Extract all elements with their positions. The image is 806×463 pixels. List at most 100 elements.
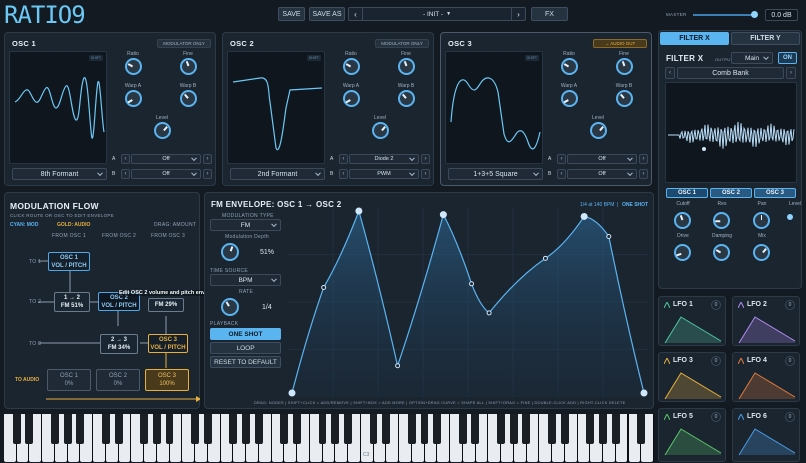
reset-default-button[interactable]: RESET TO DEFAULT <box>210 356 281 368</box>
osc3-warpA-prev[interactable]: ‹ <box>557 154 566 164</box>
lfo-1-amount[interactable]: 0 <box>711 300 721 310</box>
black-key[interactable] <box>586 414 595 444</box>
lfo-3-panel[interactable]: LFO 3 0 <box>658 352 726 402</box>
osc1-knob-ratio[interactable] <box>125 58 142 75</box>
osc3-knob-ratio[interactable] <box>561 58 578 75</box>
black-key[interactable] <box>254 414 263 444</box>
timesrc-select[interactable]: BPM <box>210 274 281 286</box>
black-key[interactable] <box>140 414 148 444</box>
loop-button[interactable]: LOOP <box>210 342 281 354</box>
black-key[interactable] <box>191 414 199 444</box>
black-key[interactable] <box>318 414 327 444</box>
black-key[interactable] <box>101 414 110 444</box>
preset-selector[interactable]: ‹ - INIT - ▼ › <box>348 7 526 21</box>
black-key[interactable] <box>611 414 620 444</box>
black-key[interactable] <box>407 414 416 444</box>
rate-knob[interactable] <box>221 298 239 316</box>
osc1-warpA-prev[interactable]: ‹ <box>121 154 130 164</box>
audio-out-osc1[interactable]: OSC 1 0% <box>47 369 91 391</box>
black-key[interactable] <box>50 414 59 444</box>
osc1-knob-level[interactable] <box>154 122 171 139</box>
save-as-button[interactable]: SAVE AS <box>309 7 345 21</box>
osc3-knob-fine[interactable] <box>616 58 633 75</box>
filter-src-osc2[interactable]: OSC 2 <box>710 188 752 198</box>
preset-next-button[interactable]: › <box>511 8 525 20</box>
osc3-knob-warp-b[interactable] <box>616 90 633 107</box>
osc2-shape-select[interactable]: 2nd Formant <box>230 168 325 180</box>
filter-output-select[interactable]: Main <box>731 52 773 64</box>
osc2-knob-warp-b[interactable] <box>398 90 415 107</box>
black-key[interactable] <box>509 414 518 444</box>
tab-filter-x[interactable]: FILTER X <box>660 32 729 45</box>
node-route-fm29[interactable]: FM 29% <box>148 298 184 312</box>
tab-filter-y[interactable]: FILTER Y <box>731 32 800 45</box>
lfo-6-amount[interactable]: 0 <box>785 412 795 422</box>
osc2-warpB-select[interactable]: PWM <box>349 169 419 179</box>
lfo-4-amount[interactable]: 0 <box>785 356 795 366</box>
osc2-shift-badge[interactable]: SHIFT <box>306 55 321 61</box>
piano-keyboard[interactable]: C3 <box>4 414 654 462</box>
filter-type-select[interactable]: Comb Bank <box>677 67 784 79</box>
black-key[interactable] <box>331 414 340 444</box>
osc2-waveform-display[interactable]: SHIFT <box>227 51 325 164</box>
black-key[interactable] <box>229 414 238 444</box>
osc3-waveform-display[interactable]: SHIFT <box>445 51 543 164</box>
black-key[interactable] <box>637 414 646 444</box>
osc1-warpA-select[interactable]: Off <box>131 154 201 164</box>
black-key[interactable] <box>25 414 34 444</box>
lfo-5-panel[interactable]: LFO 5 0 <box>658 408 726 462</box>
node-route-1-2[interactable]: 1 → 2 FM 51% <box>54 292 90 312</box>
osc1-knob-fine[interactable] <box>180 58 197 75</box>
osc1-knob-warp-b[interactable] <box>180 90 197 107</box>
osc2-warpA-prev[interactable]: ‹ <box>339 154 348 164</box>
osc2-knob-ratio[interactable] <box>343 58 360 75</box>
osc3-knob-warp-a[interactable] <box>561 90 578 107</box>
master-value[interactable]: 0.0 dB <box>765 9 798 21</box>
modtype-select[interactable]: FM <box>210 219 281 231</box>
filter-knob-pan[interactable] <box>753 212 770 229</box>
lfo-6-panel[interactable]: LFO 6 0 <box>732 408 800 462</box>
black-key[interactable] <box>165 414 174 444</box>
lfo-4-panel[interactable]: LFO 4 0 <box>732 352 800 402</box>
osc3-shift-badge[interactable]: SHIFT <box>524 55 539 61</box>
filter-src-osc3[interactable]: OSC 3 <box>754 188 796 198</box>
black-key[interactable] <box>471 414 480 444</box>
black-key[interactable] <box>522 414 531 444</box>
black-key[interactable] <box>152 414 161 444</box>
osc2-knob-warp-a[interactable] <box>343 90 360 107</box>
black-key[interactable] <box>496 414 505 444</box>
osc3-shape-select[interactable]: 1+3+5 Square <box>448 168 543 180</box>
osc3-knob-level[interactable] <box>590 122 607 139</box>
osc3-warpB-select[interactable]: Off <box>567 169 637 179</box>
save-button[interactable]: SAVE <box>278 7 305 21</box>
audio-out-osc3[interactable]: OSC 3 100% <box>145 369 189 391</box>
fx-button[interactable]: FX <box>531 7 568 21</box>
black-key[interactable] <box>382 414 391 444</box>
oneshot-button[interactable]: ONE SHOT <box>210 328 281 340</box>
osc1-warpB-next[interactable]: › <box>203 169 212 179</box>
osc2-warpB-next[interactable]: › <box>421 169 430 179</box>
osc1-shape-select[interactable]: 8th Formant <box>12 168 107 180</box>
osc1-warpA-next[interactable]: › <box>203 154 212 164</box>
black-key[interactable] <box>598 414 607 444</box>
black-key[interactable] <box>420 414 429 444</box>
filter-knob-mix[interactable] <box>753 244 770 261</box>
black-key[interactable] <box>242 414 250 444</box>
filter-type-next[interactable]: › <box>786 67 796 79</box>
filter-knob-drive[interactable] <box>674 244 691 261</box>
filter-knob-res[interactable] <box>713 212 730 229</box>
envelope-node[interactable] <box>580 212 588 220</box>
osc1-waveform-display[interactable]: SHIFT <box>9 51 107 164</box>
lfo-3-amount[interactable]: 0 <box>711 356 721 366</box>
black-key[interactable] <box>560 414 569 444</box>
osc2-knob-level[interactable] <box>372 122 389 139</box>
envelope-editor[interactable] <box>288 207 648 397</box>
envelope-node[interactable] <box>321 284 327 290</box>
osc2-warpB-prev[interactable]: ‹ <box>339 169 348 179</box>
black-key[interactable] <box>203 414 212 444</box>
lfo-5-amount[interactable]: 0 <box>711 412 721 422</box>
black-key[interactable] <box>369 414 378 444</box>
envelope-node[interactable] <box>288 389 296 397</box>
depth-knob[interactable] <box>221 243 239 261</box>
osc3-warpA-select[interactable]: Off <box>567 154 637 164</box>
